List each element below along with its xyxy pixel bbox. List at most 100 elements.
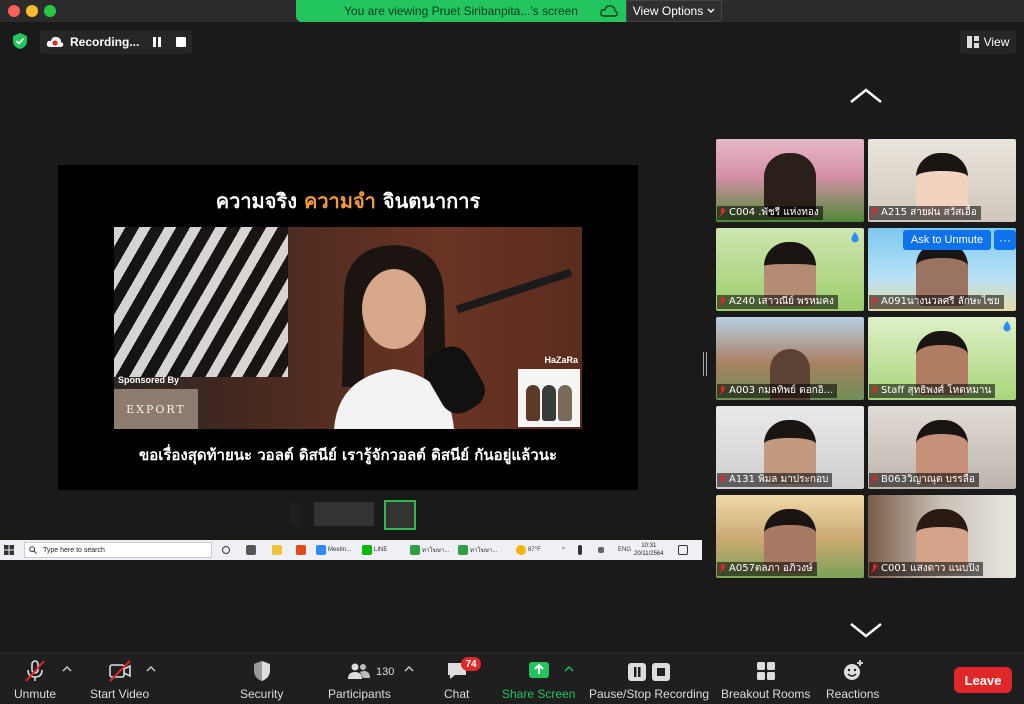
taskbar-weather[interactable]: 87°F xyxy=(516,542,541,558)
security-button[interactable]: Security xyxy=(240,659,283,701)
participant-tile[interactable]: A003 กมลทิพย์ ดอกอิ... xyxy=(716,317,864,400)
pause-stop-recording-icon xyxy=(628,663,671,681)
taskbar-app-label: Meetin... xyxy=(328,547,352,553)
mic-muted-icon xyxy=(719,386,726,396)
participant-name-tag: A240 เสาวณีย์ พรหมคง xyxy=(717,295,838,309)
gallery-scroll-up-icon[interactable] xyxy=(849,88,883,104)
participant-name-tag: Staff สุทธิพงศ์ โหดหมาน xyxy=(869,384,996,398)
tray-chevron-icon[interactable]: ^ xyxy=(562,542,565,558)
shared-screen: ความจริง ความจำ จินตนาการ Sponsored By E… xyxy=(58,165,638,490)
participants-count: 130 xyxy=(376,666,395,678)
cloud-recording-icon xyxy=(46,36,64,47)
pause-stop-recording-button[interactable]: Pause/Stop Recording xyxy=(589,659,709,701)
unmute-button[interactable]: Unmute xyxy=(14,659,56,701)
ask-to-unmute-button[interactable]: Ask to Unmute xyxy=(903,230,991,250)
meeting-toolbar: Unmute Start Video Security Participants… xyxy=(0,652,1024,704)
participant-name: C004 .พัชรี แห่งทอง xyxy=(729,207,819,218)
tray-network-icon[interactable] xyxy=(598,542,604,558)
breakout-rooms-button[interactable]: Breakout Rooms xyxy=(721,659,810,701)
participant-name: B063วิญาณุต บรรลือ xyxy=(881,474,975,485)
reactions-button[interactable]: Reactions xyxy=(826,659,879,701)
smiley-plus-icon xyxy=(843,660,863,680)
thumbnail[interactable] xyxy=(314,502,374,526)
chat-label: Chat xyxy=(444,687,470,701)
participant-tile[interactable]: A131 พิมล มาประกอบ xyxy=(716,406,864,489)
gallery-scroll-down-icon[interactable] xyxy=(849,622,883,638)
chat-unread-badge: 74 xyxy=(461,657,481,671)
breakout-rooms-label: Breakout Rooms xyxy=(721,687,811,701)
panel-resize-handle[interactable] xyxy=(703,352,709,376)
taskbar-app-meeting[interactable]: Meetin... xyxy=(316,542,351,558)
thumbnail-selected[interactable] xyxy=(384,500,416,530)
file-explorer-icon[interactable] xyxy=(272,542,282,558)
windows-taskbar: Type here to search Meetin... LINE ทาโฆษ… xyxy=(0,540,702,560)
sponsor-logo: EXPORT xyxy=(114,389,198,429)
encryption-shield-icon[interactable] xyxy=(12,32,28,50)
speaker-drop-icon xyxy=(851,232,859,243)
office-icon[interactable] xyxy=(296,542,306,558)
tray-mic-icon[interactable] xyxy=(578,542,582,558)
task-view-icon[interactable] xyxy=(222,542,230,558)
participant-tile[interactable]: A057ตลภา อภิวงษ์ xyxy=(716,495,864,578)
mic-muted-icon xyxy=(719,297,726,307)
participant-name: A003 กมลทิพย์ ดอกอิ... xyxy=(729,385,834,396)
participants-label: Participants xyxy=(328,687,391,701)
participant-tile[interactable]: Staff สุทธิพงศ์ โหดหมาน xyxy=(868,317,1016,400)
taskbar-search-box[interactable]: Type here to search xyxy=(24,542,212,558)
video-off-icon xyxy=(108,660,131,682)
participant-name: A091นางนวลศรี ลักษะไชย xyxy=(881,296,1000,307)
minimize-window-button[interactable] xyxy=(26,5,38,17)
pause-recording-icon[interactable] xyxy=(152,37,162,47)
channel-logo xyxy=(518,369,580,427)
video-title-part2: ความจำ xyxy=(303,189,376,213)
chevron-up-icon[interactable] xyxy=(404,665,414,673)
cloud-icon xyxy=(600,5,618,17)
view-options-button[interactable]: View Options xyxy=(626,0,722,22)
title-bar: You are viewing Pruet Siribanpita...'s s… xyxy=(0,0,1024,22)
participant-tile[interactable]: B063วิญาณุต บรรลือ xyxy=(868,406,1016,489)
taskbar-app-chrome-1[interactable]: ทาโฆษา... xyxy=(410,542,449,558)
unmute-label: Unmute xyxy=(14,687,57,701)
tray-language[interactable]: ENG xyxy=(618,542,631,558)
more-options-button[interactable]: ··· xyxy=(994,230,1016,250)
view-options-label: View Options xyxy=(632,4,704,18)
notification-icon[interactable] xyxy=(678,542,688,558)
clock-time: 10:31 xyxy=(641,543,657,549)
thumbnail[interactable] xyxy=(290,502,300,526)
participant-name: A215 สายฝน สวัสเอื้อ xyxy=(881,207,977,218)
stop-recording-icon[interactable] xyxy=(176,37,186,47)
speaker-drop-icon xyxy=(1003,321,1011,332)
channel-label: HaZaRa xyxy=(544,355,578,365)
share-screen-icon xyxy=(528,662,549,678)
recording-indicator: Recording... xyxy=(40,30,192,54)
participant-tile[interactable]: A215 สายฝน สวัสเอื้อ xyxy=(868,139,1016,222)
taskbar-app-chrome-2[interactable]: ทาโฆษา... xyxy=(458,542,497,558)
taskbar-clock[interactable]: 10:31 20/11/2564 xyxy=(634,542,664,558)
participant-tile[interactable]: C001 แสงดาว แนบปิง xyxy=(868,495,1016,578)
participant-name: A057ตลภา อภิวงษ์ xyxy=(729,563,813,574)
participant-name-tag: A215 สายฝน สวัสเอื้อ xyxy=(869,206,981,220)
participant-tile[interactable]: A240 เสาวณีย์ พรหมคง xyxy=(716,228,864,311)
mic-muted-icon xyxy=(719,475,726,485)
cartoon-figure-2 xyxy=(542,385,556,421)
chevron-up-icon[interactable] xyxy=(146,665,156,673)
video-title: ความจริง ความจำ จินตนาการ xyxy=(58,185,638,217)
leave-button[interactable]: Leave xyxy=(954,667,1012,693)
start-video-button[interactable]: Start Video xyxy=(90,659,149,701)
taskbar-app-line[interactable]: LINE xyxy=(362,542,387,558)
zoom-window-button[interactable] xyxy=(44,5,56,17)
chevron-up-icon[interactable] xyxy=(62,665,72,673)
close-window-button[interactable] xyxy=(8,5,20,17)
mic-muted-icon xyxy=(871,297,878,307)
mic-muted-icon xyxy=(871,386,878,396)
screen-share-banner: You are viewing Pruet Siribanpita...'s s… xyxy=(296,0,626,22)
widgets-icon[interactable] xyxy=(246,542,256,558)
mic-muted-icon xyxy=(871,475,878,485)
windows-start-icon[interactable] xyxy=(4,545,14,555)
weather-label: 87°F xyxy=(528,547,541,553)
chevron-up-icon[interactable] xyxy=(564,665,574,673)
mic-muted-icon xyxy=(719,564,726,574)
participant-tile[interactable]: C004 .พัชรี แห่งทอง xyxy=(716,139,864,222)
view-button[interactable]: View xyxy=(960,30,1016,54)
chevron-down-icon xyxy=(707,8,715,13)
